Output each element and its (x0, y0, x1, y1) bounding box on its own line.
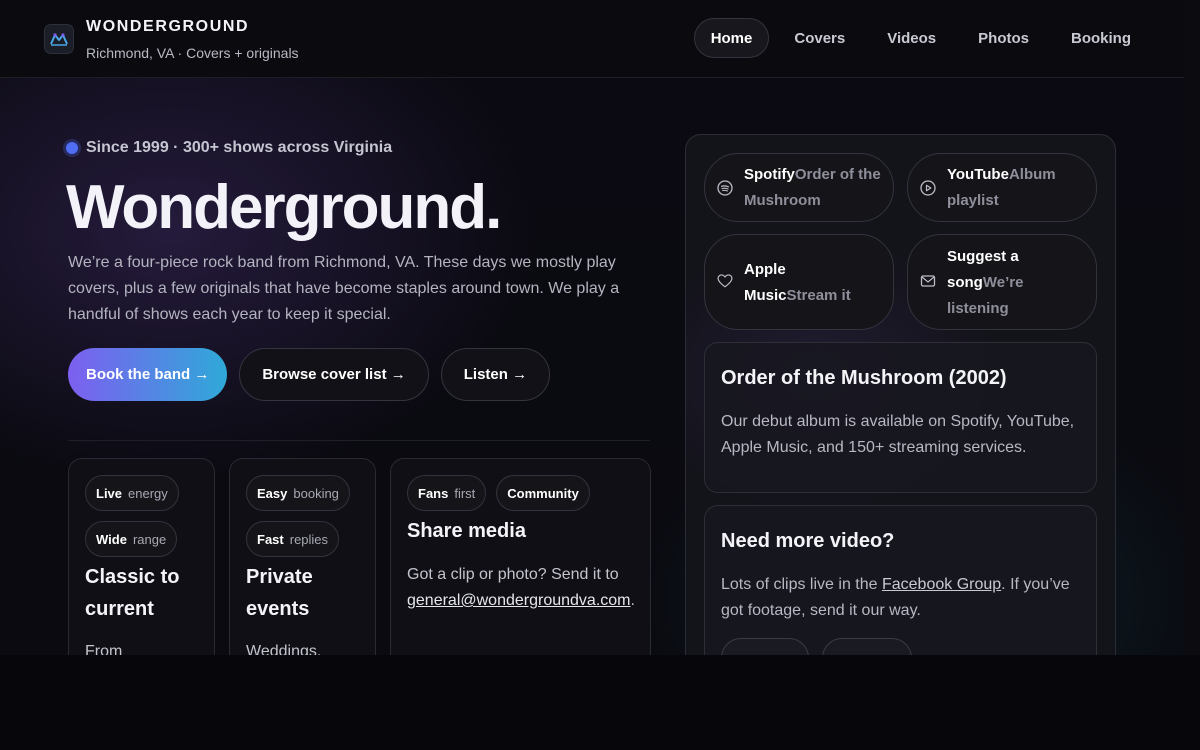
feature-title: Private events (246, 566, 313, 620)
hero-eyebrow: Since 1999 · 300+ shows across Virginia (66, 139, 392, 157)
feature-title: Share media (407, 520, 526, 542)
spotify-link[interactable]: SpotifyOrder of the Mushroom (704, 153, 894, 222)
feature-body-prefix: Got a clip or photo? Send it to (407, 566, 619, 583)
video-card: Need more video? Lots of clips live in t… (704, 505, 1097, 655)
tag-soft: booking (293, 485, 339, 501)
album-card-body: Our debut album is available on Spotify,… (721, 413, 1075, 456)
tag-fans-first: Fans first (407, 475, 487, 511)
feature-tags: Fans first Community (407, 475, 637, 511)
nav-home[interactable]: Home (693, 18, 770, 58)
heart-icon (717, 273, 733, 289)
nav-booking[interactable]: Booking (1054, 18, 1148, 58)
pill-strong: Apple Music (744, 261, 787, 304)
facebook-group-link[interactable]: Facebook Group (882, 576, 1001, 593)
hero-eyebrow-text: Since 1999 · 300+ shows across Virginia (86, 139, 393, 156)
hero-description: We’re a four-piece rock band from Richmo… (68, 254, 620, 323)
nav-covers[interactable]: Covers (777, 18, 862, 58)
tag-strong: Community (507, 485, 579, 501)
tag-soft: range (132, 531, 167, 547)
pill-text: Suggest a songWe’re listening (947, 244, 1056, 322)
feature-body: Weddings, (246, 643, 322, 655)
window-blank-area (0, 655, 1200, 750)
tag-wide-range: Wide range (85, 521, 178, 557)
tag-live-energy: Live energy (85, 475, 179, 511)
feature-tags: Live energy Wide range (85, 475, 205, 557)
tag-soft: replies (289, 531, 329, 547)
album-card: Order of the Mushroom (2002) Our debut a… (704, 342, 1097, 493)
tag-soft: energy (128, 485, 168, 501)
brand-tagline: Richmond, VA · Covers + originals (86, 45, 299, 61)
spotify-icon (717, 180, 733, 196)
feature-body: From (85, 643, 123, 655)
play-circle-icon (920, 180, 936, 196)
feature-card-share-media: Fans first Community Share media Got a c… (390, 458, 651, 655)
feature-body-suffix: . (630, 592, 635, 609)
logo-icon[interactable] (44, 24, 74, 54)
mail-icon (920, 273, 936, 289)
suggest-song-link[interactable]: Suggest a songWe’re listening (907, 234, 1097, 330)
video-card-body: Lots of clips live in the Facebook Group… (721, 572, 1083, 624)
pill-strong: Spotify (744, 166, 795, 183)
page-scrollbar[interactable] (1184, 0, 1200, 655)
listen-panel: SpotifyOrder of the Mushroom YouTubeAlbu… (685, 134, 1116, 655)
pill-text: YouTubeAlbum playlist (947, 162, 1084, 214)
brand-name[interactable]: WONDERGROUND (86, 18, 249, 36)
tag-easy-booking: Easy booking (246, 475, 350, 511)
book-band-button[interactable]: Book the band → (68, 348, 228, 401)
tag-strong: Fans (418, 485, 449, 501)
email-link[interactable]: general@wondergroundva.com (407, 592, 630, 609)
section-divider (68, 440, 650, 441)
tag-fast-replies: Fast replies (246, 521, 340, 557)
status-dot-icon (66, 142, 78, 154)
feature-body: Got a clip or photo? Send it to general@… (407, 562, 647, 614)
video-action-button[interactable] (721, 638, 809, 655)
nav-photos[interactable]: Photos (961, 18, 1046, 58)
feature-title: Classic to current (85, 566, 180, 620)
listen-button[interactable]: Listen → (440, 348, 551, 401)
hero-title: Wonderground. (66, 173, 502, 242)
tag-strong: Wide (96, 531, 127, 547)
youtube-link[interactable]: YouTubeAlbum playlist (907, 153, 1097, 222)
nav-videos[interactable]: Videos (870, 18, 953, 58)
tag-strong: Easy (257, 485, 288, 501)
feature-card-classic: Live energy Wide range Classic to curren… (68, 458, 215, 655)
browse-cover-list-button[interactable]: Browse cover list → (239, 348, 429, 401)
video-action-button[interactable] (822, 638, 912, 655)
album-card-title: Order of the Mushroom (2002) (721, 367, 1007, 389)
page-viewport: WONDERGROUND Richmond, VA · Covers + ori… (0, 0, 1184, 655)
apple-music-link[interactable]: Apple MusicStream it (704, 234, 894, 330)
pill-soft: Stream it (786, 287, 851, 304)
tag-strong: Fast (257, 531, 284, 547)
tag-strong: Live (96, 485, 123, 501)
pill-text: SpotifyOrder of the Mushroom (744, 162, 881, 214)
tag-soft: first (454, 485, 476, 501)
tag-community: Community (496, 475, 590, 511)
site-header: WONDERGROUND Richmond, VA · Covers + ori… (0, 0, 1184, 78)
video-card-prefix: Lots of clips live in the (721, 576, 878, 593)
feature-tags: Easy booking Fast replies (246, 475, 371, 557)
main-nav: Home Covers Videos Photos Booking (693, 18, 1148, 58)
pill-text: Apple MusicStream it (744, 257, 863, 309)
feature-card-private-events: Easy booking Fast replies Private events… (229, 458, 376, 655)
video-card-title: Need more video? (721, 530, 895, 552)
pill-strong: YouTube (947, 166, 1009, 183)
hero-actions: Book the band → Browse cover list → List… (68, 348, 551, 401)
